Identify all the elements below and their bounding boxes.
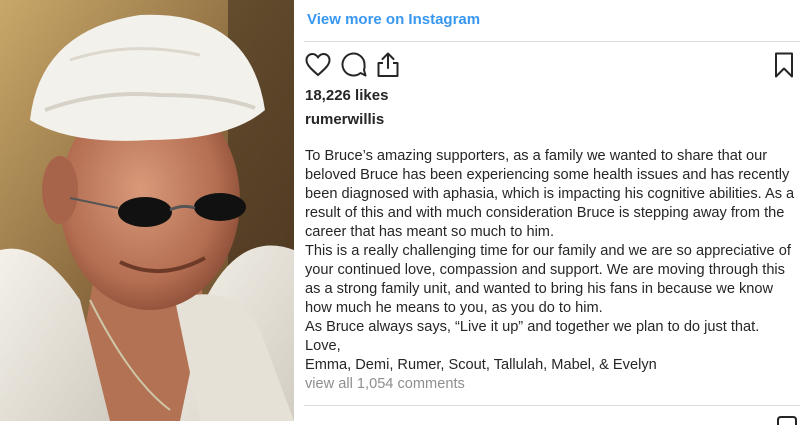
view-comments-link[interactable]: view all 1,054 comments xyxy=(305,376,465,392)
divider xyxy=(304,41,800,42)
heart-icon[interactable] xyxy=(304,51,332,79)
caption-paragraph: To Bruce’s amazing supporters, as a fami… xyxy=(305,148,795,240)
action-bar xyxy=(304,51,800,79)
caption-paragraph: Emma, Demi, Rumer, Scout, Tallulah, Mabe… xyxy=(305,357,657,373)
caption-paragraph: As Bruce always says, “Live it up” and t… xyxy=(305,319,760,335)
bookmark-icon[interactable] xyxy=(770,51,798,79)
comment-input-icon xyxy=(776,412,798,425)
post-caption: To Bruce’s amazing supporters, as a fami… xyxy=(305,147,797,375)
divider xyxy=(304,405,800,406)
post-details-panel: View more on Instagram 18,226 likes rume… xyxy=(294,0,800,425)
post-photo xyxy=(0,0,294,421)
view-more-link[interactable]: View more on Instagram xyxy=(307,11,480,28)
comment-icon[interactable] xyxy=(340,51,368,79)
likes-count[interactable]: 18,226 likes xyxy=(305,87,388,104)
share-icon[interactable] xyxy=(374,51,402,79)
caption-paragraph: Love, xyxy=(305,338,341,354)
post-username[interactable]: rumerwillis xyxy=(305,111,384,128)
caption-paragraph: This is a really challenging time for ou… xyxy=(305,243,791,316)
